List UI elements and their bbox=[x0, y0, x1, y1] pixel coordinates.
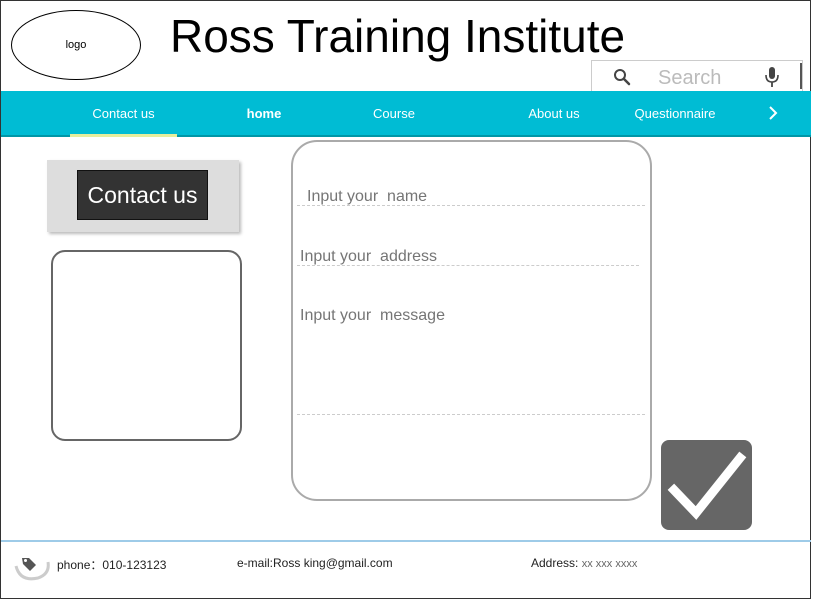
search-icon[interactable] bbox=[612, 67, 632, 87]
contact-card: Contact us bbox=[47, 160, 239, 232]
nav-item-questionnaire[interactable]: Questionnaire bbox=[625, 91, 725, 137]
microphone-icon[interactable] bbox=[764, 66, 780, 88]
search-bar[interactable]: Search bbox=[591, 60, 803, 92]
message-field-underline bbox=[297, 414, 645, 415]
footer-address: Address: xx xxx xxxx bbox=[531, 556, 637, 570]
address-value: xx xxx xxxx bbox=[581, 558, 638, 570]
check-icon bbox=[667, 451, 747, 520]
submit-button[interactable] bbox=[661, 440, 752, 530]
search-divider bbox=[800, 63, 802, 89]
main-nav: Contact us home Course About us Question… bbox=[1, 91, 811, 137]
name-field-underline bbox=[297, 205, 645, 206]
phone-label: phone： bbox=[57, 558, 103, 572]
page-title: Ross Training Institute bbox=[170, 10, 626, 62]
nav-item-about-us[interactable]: About us bbox=[511, 91, 597, 137]
nav-item-contact-us[interactable]: Contact us bbox=[70, 91, 177, 137]
logo[interactable]: logo bbox=[11, 10, 141, 80]
contact-us-button[interactable]: Contact us bbox=[77, 170, 208, 220]
image-placeholder bbox=[51, 250, 242, 441]
message-field[interactable] bbox=[300, 307, 640, 407]
logo-text: logo bbox=[65, 39, 87, 51]
phone-value: 010-123123 bbox=[102, 558, 167, 572]
address-field-underline bbox=[297, 265, 639, 266]
footer-phone: phone：010-123123 bbox=[57, 556, 166, 573]
footer-divider bbox=[1, 540, 811, 542]
tag-icon bbox=[14, 558, 50, 581]
address-label: Address: bbox=[531, 556, 582, 570]
search-input[interactable]: Search bbox=[658, 67, 721, 90]
email-value[interactable]: Ross king@gmail.com bbox=[273, 556, 393, 570]
footer-email: e-mail:Ross king@gmail.com bbox=[237, 556, 393, 570]
nav-item-course[interactable]: Course bbox=[359, 91, 429, 137]
chevron-right-icon[interactable] bbox=[763, 103, 783, 123]
nav-item-home[interactable]: home bbox=[229, 91, 299, 137]
email-label: e-mail: bbox=[237, 556, 274, 570]
